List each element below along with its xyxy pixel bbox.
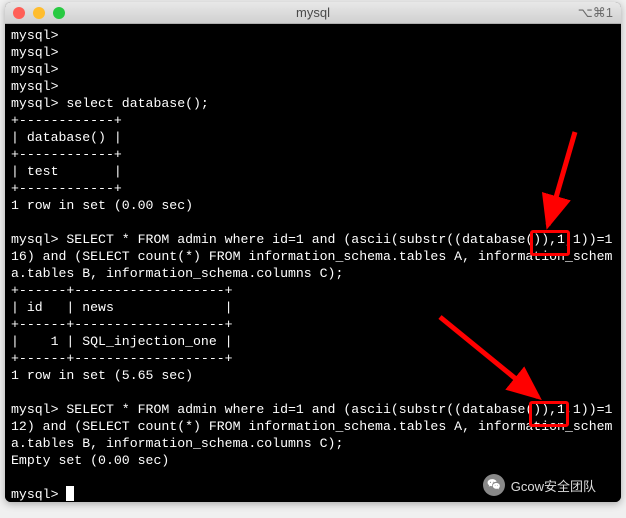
watermark-text: Gcow安全团队 bbox=[511, 476, 596, 495]
watermark: Gcow安全团队 bbox=[483, 474, 596, 496]
close-button[interactable] bbox=[13, 7, 25, 19]
titlebar[interactable]: mysql ⌥⌘1 bbox=[5, 2, 621, 24]
cursor bbox=[66, 486, 74, 501]
traffic-lights bbox=[13, 7, 65, 19]
wechat-icon bbox=[483, 474, 505, 496]
window-title: mysql bbox=[296, 5, 330, 20]
maximize-button[interactable] bbox=[53, 7, 65, 19]
minimize-button[interactable] bbox=[33, 7, 45, 19]
terminal-content[interactable]: mysql> mysql> mysql> mysql> mysql> selec… bbox=[5, 24, 621, 502]
window-shortcut: ⌥⌘1 bbox=[578, 5, 613, 21]
terminal-window: mysql ⌥⌘1 mysql> mysql> mysql> mysql> my… bbox=[5, 2, 621, 502]
